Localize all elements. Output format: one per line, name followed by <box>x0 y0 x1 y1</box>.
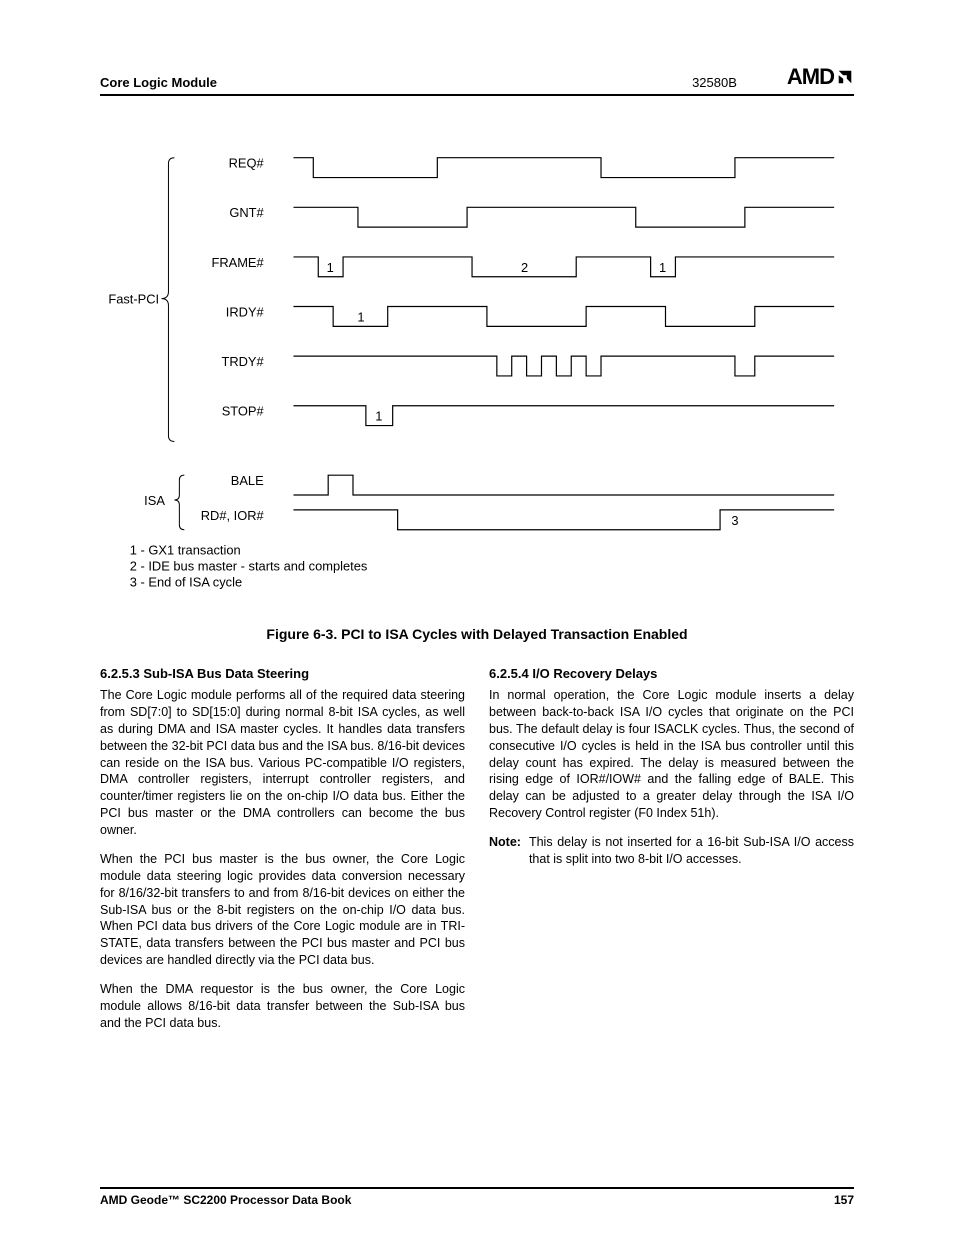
timing-diagram: Fast-PCI ISA REQ# GNT# FRAME# IRDY# TRDY… <box>100 136 854 606</box>
page: Core Logic Module 32580B AMD Fast-PCI IS… <box>0 0 954 1235</box>
rdior-num-3: 3 <box>731 513 738 528</box>
timing-svg: Fast-PCI ISA REQ# GNT# FRAME# IRDY# TRDY… <box>100 136 854 606</box>
section-6253-head: 6.2.5.3 Sub-ISA Bus Data Steering <box>100 666 465 681</box>
footer-left: AMD Geode™ SC2200 Processor Data Book <box>100 1193 351 1207</box>
sig-trdy-label: TRDY# <box>221 354 264 369</box>
stop-num-1: 1 <box>375 409 382 424</box>
sig-irdy-label: IRDY# <box>226 304 265 319</box>
page-footer: AMD Geode™ SC2200 Processor Data Book 15… <box>100 1187 854 1207</box>
section-6254-note: Note: This delay is not inserted for a 1… <box>489 834 854 868</box>
body-columns: 6.2.5.3 Sub-ISA Bus Data Steering The Co… <box>100 666 854 1044</box>
legend-line3: 3 - End of ISA cycle <box>130 574 242 589</box>
group-fastpci-label: Fast-PCI <box>108 292 159 307</box>
frame-num-1a: 1 <box>327 260 334 275</box>
note-label: Note: <box>489 834 521 868</box>
irdy-num-1: 1 <box>357 309 364 324</box>
sig-bale-label: BALE <box>231 473 264 488</box>
legend-line1: 1 - GX1 transaction <box>130 543 241 558</box>
right-column: 6.2.5.4 I/O Recovery Delays In normal op… <box>489 666 854 1044</box>
page-header: Core Logic Module 32580B AMD <box>100 64 854 96</box>
header-title: Core Logic Module <box>100 75 217 90</box>
sig-gnt-label: GNT# <box>229 205 264 220</box>
sig-frame-label: FRAME# <box>211 255 264 270</box>
frame-num-1b: 1 <box>659 260 666 275</box>
sig-rdior-label: RD#, IOR# <box>201 508 265 523</box>
legend-line2: 2 - IDE bus master - starts and complete… <box>130 558 368 573</box>
header-right: 32580B AMD <box>692 64 854 90</box>
group-isa-label: ISA <box>144 493 165 508</box>
section-6253-p1: The Core Logic module performs all of th… <box>100 687 465 839</box>
note-text: This delay is not inserted for a 16-bit … <box>529 834 854 868</box>
section-6253-p2: When the PCI bus master is the bus owner… <box>100 851 465 969</box>
footer-page-number: 157 <box>834 1193 854 1207</box>
amd-arrow-icon <box>836 68 854 86</box>
frame-num-2: 2 <box>521 260 528 275</box>
figure-title: Figure 6-3. PCI to ISA Cycles with Delay… <box>100 626 854 642</box>
amd-logo: AMD <box>787 64 854 90</box>
section-6253-p3: When the DMA requestor is the bus owner,… <box>100 981 465 1032</box>
sig-req-label: REQ# <box>229 156 265 171</box>
sig-stop-label: STOP# <box>222 404 265 419</box>
section-6254-head: 6.2.5.4 I/O Recovery Delays <box>489 666 854 681</box>
doc-number: 32580B <box>692 75 737 90</box>
amd-logo-text: AMD <box>787 64 834 90</box>
left-column: 6.2.5.3 Sub-ISA Bus Data Steering The Co… <box>100 666 465 1044</box>
section-6254-p1: In normal operation, the Core Logic modu… <box>489 687 854 822</box>
